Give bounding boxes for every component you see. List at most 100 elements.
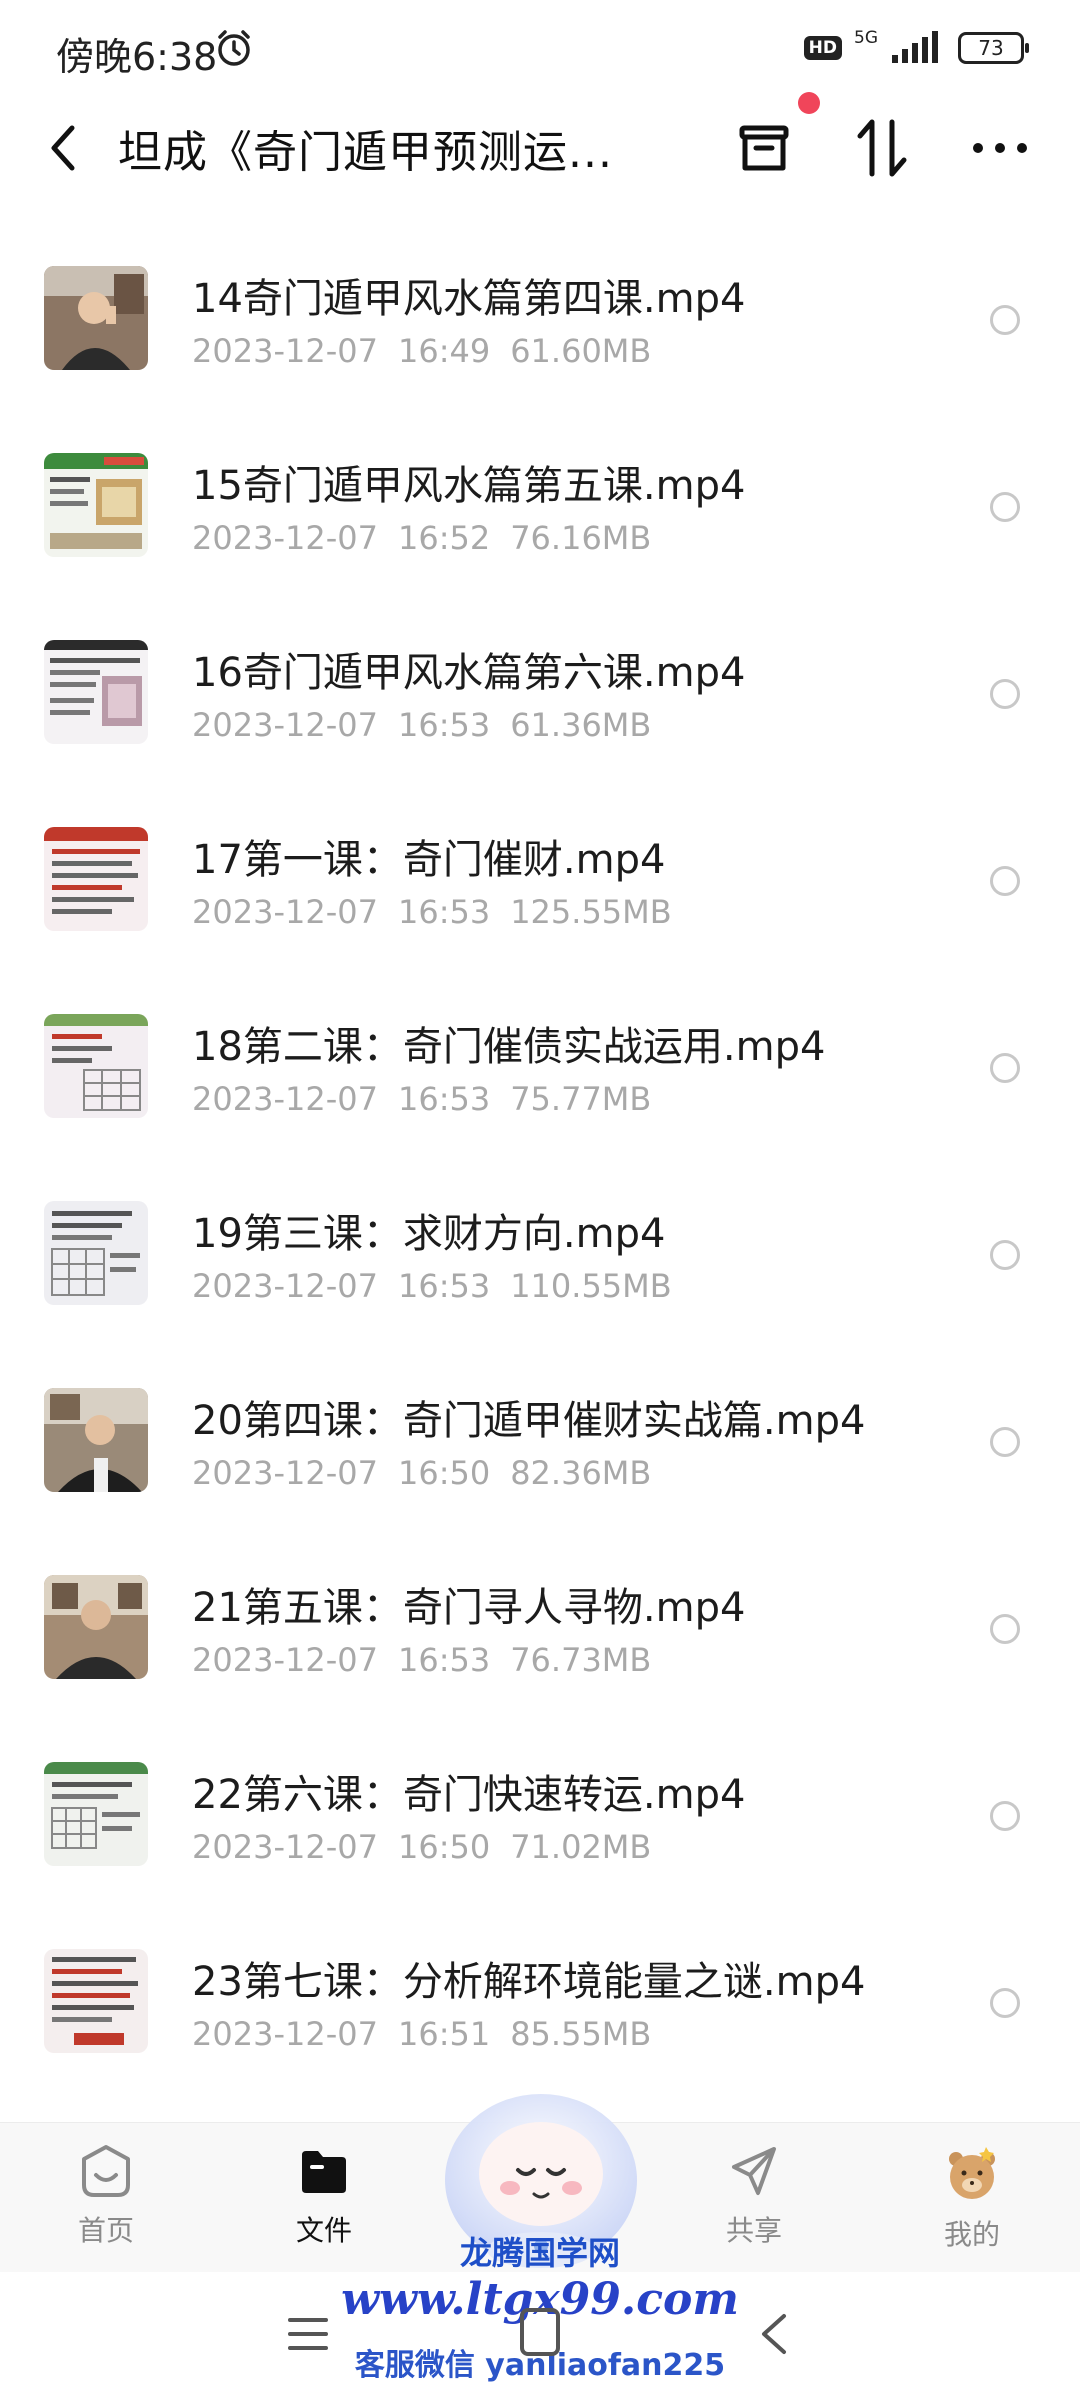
file-meta: 2023-12-07 16:53 125.55MB xyxy=(192,893,692,931)
file-size: 61.36MB xyxy=(510,706,652,744)
file-row[interactable]: 20第四课：奇门遁甲催财实战篇.mp4 2023-12-07 16:50 82.36… xyxy=(0,1348,1080,1535)
file-date: 2023-12-07 xyxy=(192,1641,378,1679)
file-name: 17第一课：奇门催财.mp4 xyxy=(192,837,666,883)
file-size: 85.55MB xyxy=(510,2015,652,2053)
system-menu-icon[interactable] xyxy=(286,2312,330,2356)
battery-indicator: 73 xyxy=(958,32,1029,64)
video-thumbnail xyxy=(44,1014,148,1118)
file-row[interactable]: 16奇门遁甲风水篇第六课.mp4 2023-12-07 16:53 61.36MB xyxy=(0,600,1080,787)
file-meta: 2023-12-07 16:49 61.60MB xyxy=(192,332,671,370)
file-time: 16:53 xyxy=(397,893,491,931)
status-bar: 傍晚6:38 HD 5G 73 xyxy=(0,0,1080,96)
video-thumbnail xyxy=(44,827,148,931)
bear-avatar-icon xyxy=(949,2147,995,2199)
select-radio[interactable] xyxy=(990,1614,1020,1644)
file-date: 2023-12-07 xyxy=(192,706,378,744)
select-radio[interactable] xyxy=(990,1801,1020,1831)
notification-dot xyxy=(798,92,820,114)
file-size: 75.77MB xyxy=(510,1080,652,1118)
file-meta: 2023-12-07 16:52 76.16MB xyxy=(192,519,671,557)
select-radio[interactable] xyxy=(990,1427,1020,1457)
select-radio[interactable] xyxy=(990,1988,1020,2018)
file-row[interactable]: 22第六课：奇门快速转运.mp4 2023-12-07 16:50 71.02MB xyxy=(0,1722,1080,1909)
file-date: 2023-12-07 xyxy=(192,1828,378,1866)
select-radio[interactable] xyxy=(990,1053,1020,1083)
status-indicators: HD 5G 73 xyxy=(803,28,1029,68)
file-date: 2023-12-07 xyxy=(192,332,378,370)
file-meta: 2023-12-07 16:50 82.36MB xyxy=(192,1454,671,1492)
file-row[interactable]: 19第三课：求财方向.mp4 2023-12-07 16:53 110.55MB xyxy=(0,1161,1080,1348)
file-name: 15奇门遁甲风水篇第五课.mp4 xyxy=(192,463,746,509)
hd-badge: HD xyxy=(803,36,842,60)
file-row[interactable]: 23第七课：分析解环境能量之谜.mp4 2023-12-07 16:51 85.55… xyxy=(0,1909,1080,2096)
back-arrow-icon[interactable] xyxy=(40,120,88,176)
select-radio[interactable] xyxy=(990,1240,1020,1270)
file-name: 19第三课：求财方向.mp4 xyxy=(192,1211,666,1257)
video-thumbnail xyxy=(44,1201,148,1305)
status-time: 傍晚6:38 xyxy=(56,35,218,79)
file-name: 14奇门遁甲风水篇第四课.mp4 xyxy=(192,276,746,322)
signal-icon xyxy=(892,31,938,63)
select-radio[interactable] xyxy=(990,679,1020,709)
file-row[interactable]: 14奇门遁甲风水篇第四课.mp4 2023-12-07 16:49 61.60MB xyxy=(0,226,1080,413)
archive-box-icon[interactable] xyxy=(734,118,794,178)
file-name: 18第二课：奇门催债实战运用.mp4 xyxy=(192,1024,826,1070)
system-home-icon[interactable] xyxy=(518,2306,562,2358)
file-row[interactable]: 21第五课：奇门寻人寻物.mp4 2023-12-07 16:53 76.73MB xyxy=(0,1535,1080,1722)
file-size: 110.55MB xyxy=(510,1267,672,1305)
file-meta: 2023-12-07 16:53 75.77MB xyxy=(192,1080,671,1118)
file-size: 71.02MB xyxy=(510,1828,652,1866)
file-time: 16:50 xyxy=(397,1454,491,1492)
select-radio[interactable] xyxy=(990,305,1020,335)
file-meta: 2023-12-07 16:53 76.73MB xyxy=(192,1641,671,1679)
file-date: 2023-12-07 xyxy=(192,893,378,931)
file-size: 82.36MB xyxy=(510,1454,652,1492)
video-thumbnail xyxy=(44,1575,148,1679)
file-time: 16:53 xyxy=(397,706,491,744)
sort-icon[interactable] xyxy=(852,116,912,180)
file-list: 14奇门遁甲风水篇第四课.mp4 2023-12-07 16:49 61.60MB … xyxy=(0,226,1080,2096)
video-thumbnail xyxy=(44,1762,148,1866)
file-date: 2023-12-07 xyxy=(192,1267,378,1305)
file-size: 76.73MB xyxy=(510,1641,652,1679)
file-name: 20第四课：奇门遁甲催财实战篇.mp4 xyxy=(192,1398,866,1444)
more-options-icon[interactable] xyxy=(968,124,1032,172)
home-face-icon xyxy=(82,2145,130,2197)
folder-icon xyxy=(302,2151,346,2193)
file-time: 16:53 xyxy=(397,1267,491,1305)
file-meta: 2023-12-07 16:53 61.36MB xyxy=(192,706,671,744)
file-time: 16:50 xyxy=(397,1828,491,1866)
file-date: 2023-12-07 xyxy=(192,2015,378,2053)
select-radio[interactable] xyxy=(990,866,1020,896)
paper-plane-icon xyxy=(732,2147,776,2195)
file-meta: 2023-12-07 16:50 71.02MB xyxy=(192,1828,671,1866)
file-name: 22第六课：奇门快速转运.mp4 xyxy=(192,1772,746,1818)
video-thumbnail xyxy=(44,266,148,370)
alarm-icon xyxy=(218,30,250,66)
network-label: 5G xyxy=(854,28,878,48)
file-date: 2023-12-07 xyxy=(192,519,378,557)
file-name: 21第五课：奇门寻人寻物.mp4 xyxy=(192,1585,746,1631)
watermark-site-name: 龙腾国学网 xyxy=(459,2234,620,2272)
file-size: 76.16MB xyxy=(510,519,652,557)
file-size: 61.60MB xyxy=(510,332,652,370)
file-time: 16:52 xyxy=(397,519,491,557)
file-row[interactable]: 18第二课：奇门催债实战运用.mp4 2023-12-07 16:53 75.77M… xyxy=(0,974,1080,1161)
folder-title: 坦成《奇门遁甲预测运... xyxy=(118,127,613,178)
system-back-icon[interactable] xyxy=(756,2310,792,2358)
file-date: 2023-12-07 xyxy=(192,1454,378,1492)
file-time: 16:53 xyxy=(397,1641,491,1679)
video-thumbnail xyxy=(44,453,148,557)
file-row[interactable]: 15奇门遁甲风水篇第五课.mp4 2023-12-07 16:52 76.16MB xyxy=(0,413,1080,600)
file-meta: 2023-12-07 16:53 110.55MB xyxy=(192,1267,692,1305)
video-thumbnail xyxy=(44,1949,148,2053)
file-name: 23第七课：分析解环境能量之谜.mp4 xyxy=(192,1959,866,2005)
select-radio[interactable] xyxy=(990,492,1020,522)
video-thumbnail xyxy=(44,640,148,744)
file-row[interactable]: 17第一课：奇门催财.mp4 2023-12-07 16:53 125.55MB xyxy=(0,787,1080,974)
file-time: 16:51 xyxy=(397,2015,491,2053)
file-name: 16奇门遁甲风水篇第六课.mp4 xyxy=(192,650,746,696)
file-size: 125.55MB xyxy=(510,893,672,931)
video-thumbnail xyxy=(44,1388,148,1492)
file-time: 16:49 xyxy=(397,332,491,370)
